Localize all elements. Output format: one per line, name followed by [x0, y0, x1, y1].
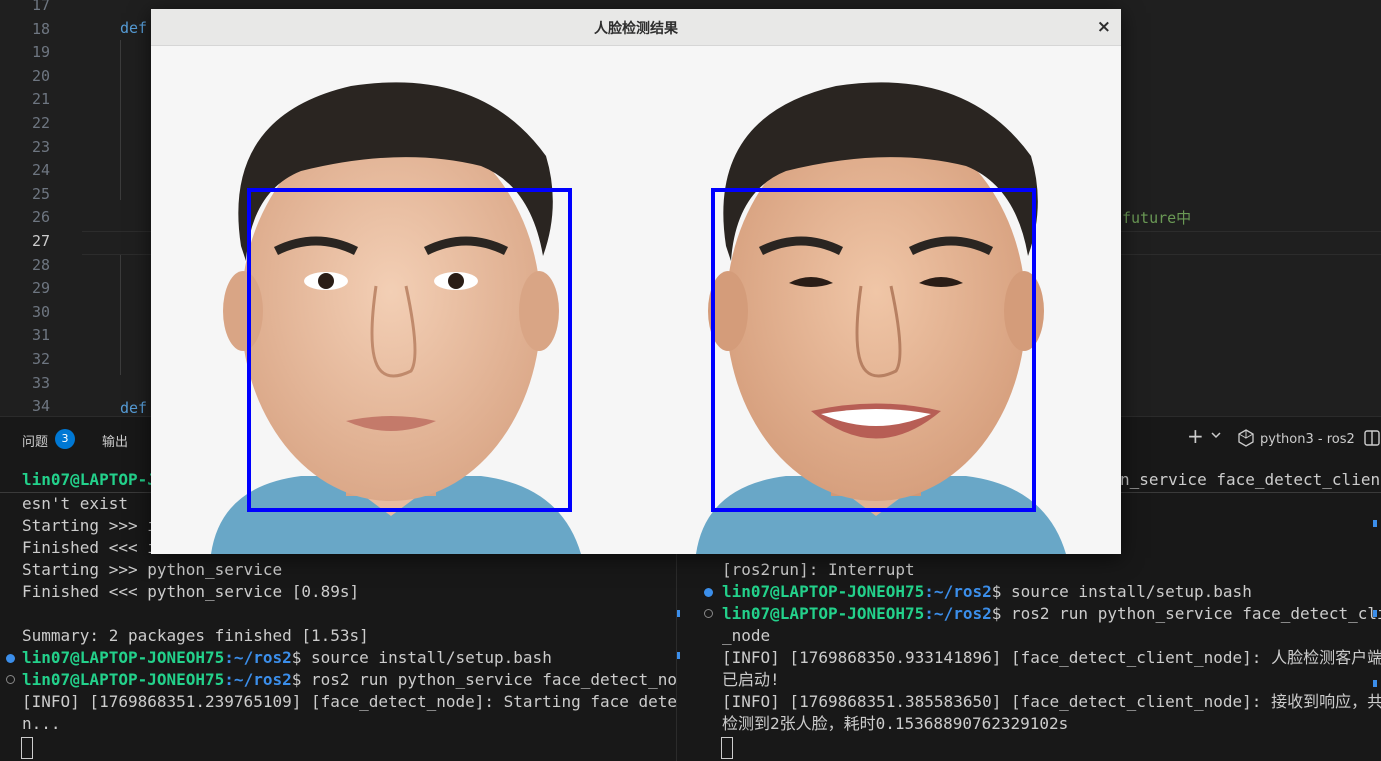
line-number: 30	[31, 302, 50, 321]
command-running-dot[interactable]	[704, 609, 713, 618]
tab-problems[interactable]: 问题	[22, 431, 48, 450]
terminal-line: [INFO] [1769868350.933141896] [face_dete…	[722, 648, 1381, 667]
line-number: 17	[31, 0, 50, 14]
terminal-prompt: lin07@LAPTOP-JONEOH75:~/ros2$ ros2 run p…	[22, 670, 676, 689]
indent-guide	[120, 255, 121, 375]
new-terminal-icon[interactable]: +	[1187, 426, 1204, 446]
line-number: 18	[31, 19, 50, 38]
terminal-line: Summary: 2 packages finished [1.53s]	[22, 626, 369, 645]
line-number-gutter: 17 18 19 20 21 22 23 24 25 26 27 28 29 30 31 32 33 34	[0, 0, 62, 416]
terminal-line: n...	[22, 714, 61, 733]
face-bounding-box	[247, 188, 572, 512]
terminal-shell-icon	[1237, 429, 1255, 451]
terminal-prompt: lin07@LAPTOP-JONEOH75:~/ros2$ source ins…	[722, 582, 1252, 601]
line-number: 21	[31, 90, 50, 109]
line-number: 22	[31, 114, 50, 132]
command-running-dot[interactable]	[6, 675, 15, 684]
indent-guide	[120, 40, 121, 200]
line-number: 20	[31, 66, 50, 85]
code-def-keyword[interactable]: def	[120, 398, 147, 416]
terminal-line: [INFO] [1769868351.385583650] [face_dete…	[722, 692, 1381, 711]
code-def-keyword[interactable]: def	[120, 18, 147, 38]
line-number: 27	[31, 232, 50, 250]
line-number: 24	[31, 161, 50, 180]
command-success-dot[interactable]	[704, 588, 713, 597]
line-number: 23	[31, 137, 50, 156]
scroll-marker	[1373, 610, 1377, 617]
line-number: 25	[31, 184, 50, 203]
line-number: 34	[31, 397, 50, 416]
line-number: 33	[31, 373, 50, 392]
terminal-line: Starting >>> python_service	[22, 560, 283, 579]
terminal-line: Finished <<< i	[22, 538, 157, 557]
window-titlebar[interactable]: 人脸检测结果 ×	[151, 9, 1121, 46]
tab-output[interactable]: 输出	[102, 431, 128, 450]
line-number: 32	[31, 350, 50, 368]
terminal-line: [ros2run]: Interrupt	[722, 560, 915, 579]
line-number: 26	[31, 208, 50, 227]
scroll-marker	[1373, 680, 1377, 687]
face-image-left	[151, 46, 636, 554]
scroll-marker	[1373, 520, 1377, 527]
command-success-dot[interactable]	[6, 654, 15, 663]
window-title: 人脸检测结果	[594, 21, 678, 37]
terminal-line: 检测到2张人脸，耗时0.15368890762329102s	[722, 714, 1069, 733]
code-comment-fragment[interactable]: future中	[1122, 208, 1191, 228]
terminal-line: Finished <<< python_service [0.89s]	[22, 582, 360, 601]
sticky-user: lin07@LAPTOP-JO	[22, 470, 167, 489]
terminal-prompt: lin07@LAPTOP-JONEOH75:~/ros2$ ros2 run p…	[722, 604, 1381, 623]
terminal-line: _node	[722, 626, 771, 645]
line-number: 19	[31, 43, 50, 62]
terminal-prompt: lin07@LAPTOP-JONEOH75:~/ros2$ source ins…	[22, 648, 552, 667]
face-image-right	[636, 46, 1121, 554]
terminal-cursor	[21, 737, 33, 759]
terminal-line: esn't exist	[22, 494, 128, 513]
sticky-command: n_service face_detect_client	[1120, 470, 1381, 489]
problems-count-badge: 3	[55, 429, 75, 449]
close-icon[interactable]: ×	[1097, 17, 1111, 37]
face-detection-result-window[interactable]: 人脸检测结果 ×	[151, 9, 1121, 554]
chevron-down-icon[interactable]	[1210, 429, 1222, 445]
terminal-name-label[interactable]: python3 - ros2	[1260, 432, 1355, 447]
terminal-line: [INFO] [1769868351.239765109] [face_dete…	[22, 692, 676, 711]
terminal-cursor	[721, 737, 733, 759]
line-number: 28	[31, 255, 50, 274]
line-number: 31	[31, 326, 50, 345]
line-number: 29	[31, 279, 50, 298]
face-bounding-box	[711, 188, 1036, 512]
terminal-line: 已启动!	[722, 670, 780, 689]
terminal-line: Starting >>> i	[22, 516, 157, 535]
split-terminal-icon[interactable]	[1364, 430, 1380, 450]
